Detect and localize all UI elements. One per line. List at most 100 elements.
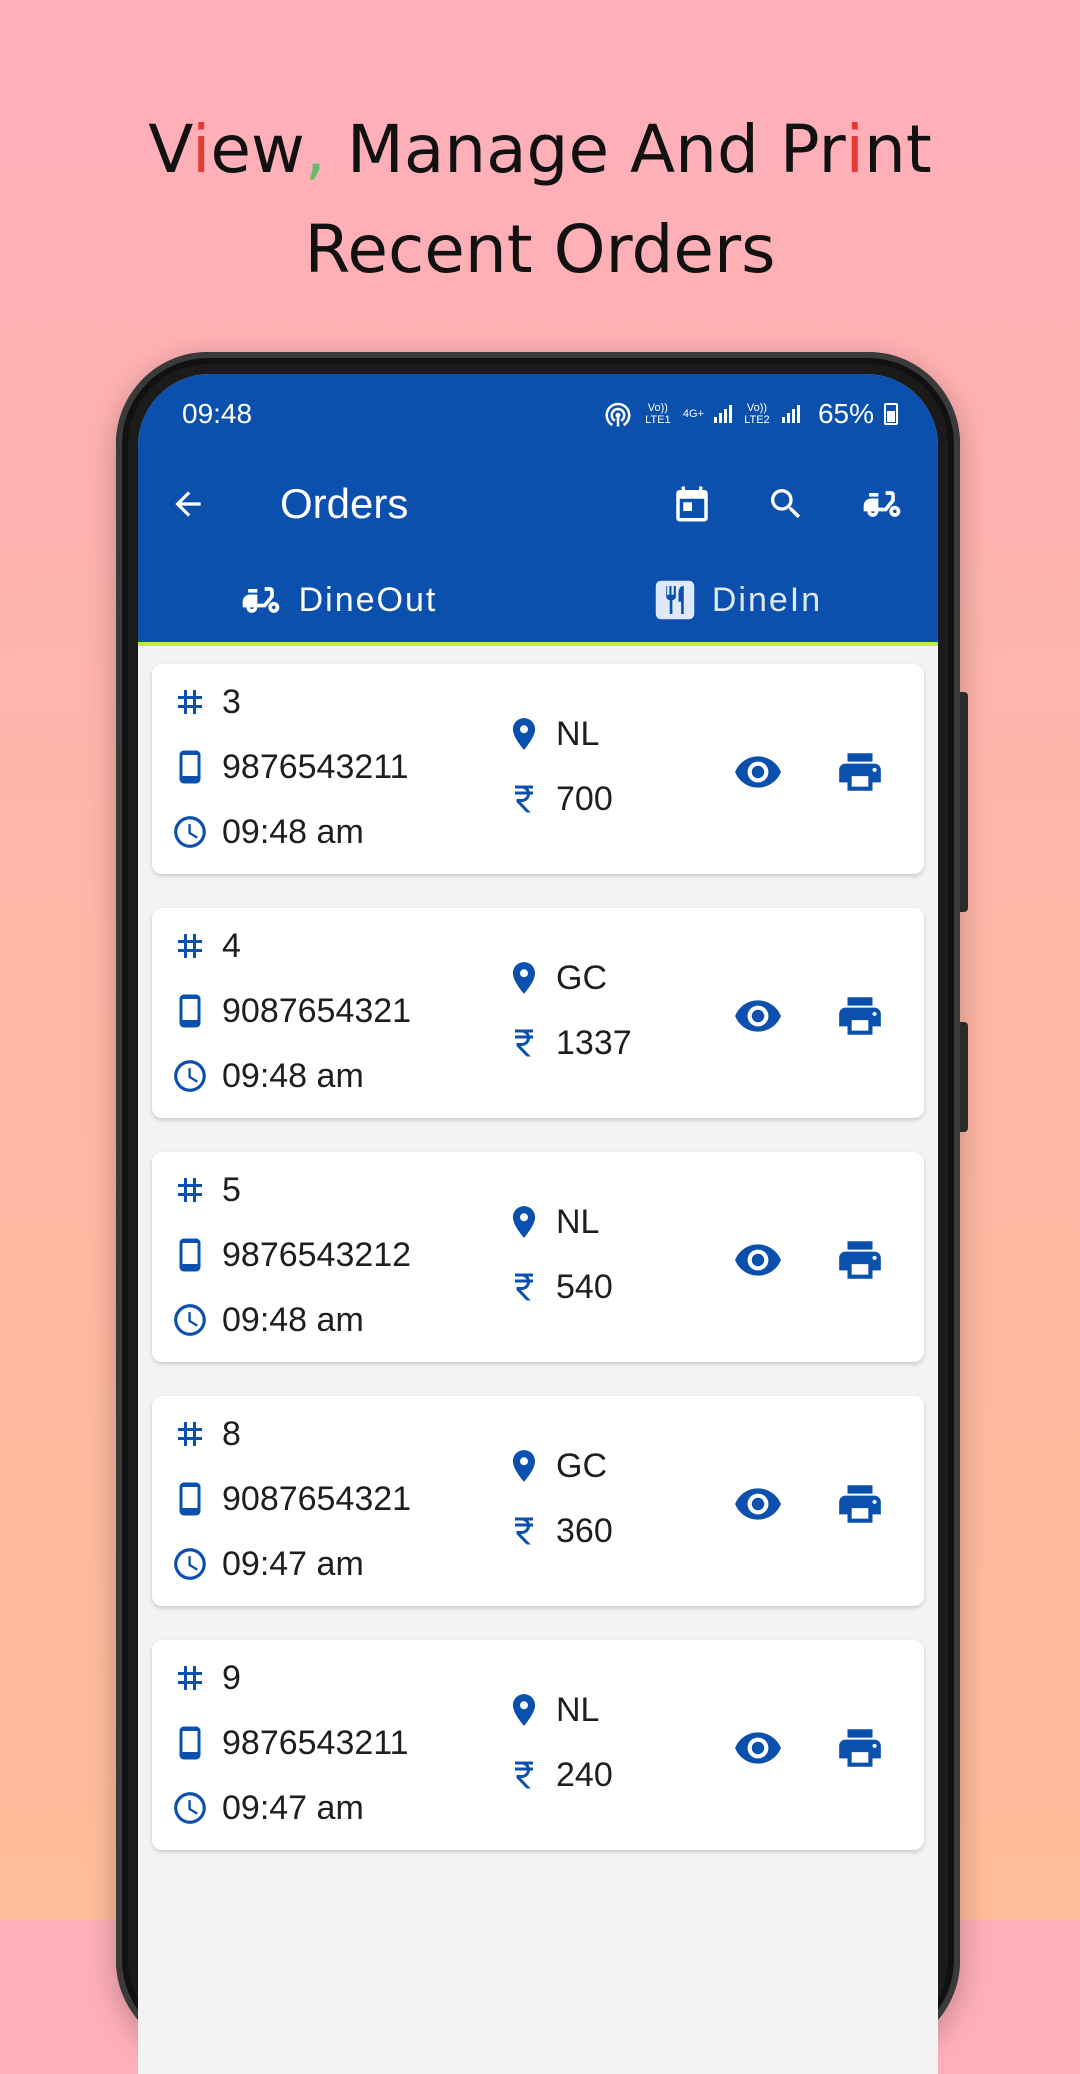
location-pin-icon bbox=[504, 958, 544, 998]
location-row: GC bbox=[504, 1446, 607, 1486]
order-card[interactable]: 9 9876543211 09:47 am NL 240 bbox=[152, 1640, 924, 1850]
app-screen: 09:48 Vo)) LTE1 4G+ Vo)) LTE2 65% Orders bbox=[138, 374, 938, 2074]
phone-number: 9087654321 bbox=[222, 991, 412, 1030]
order-amount: 700 bbox=[556, 779, 613, 818]
hash-icon bbox=[170, 1658, 210, 1698]
order-time: 09:48 am bbox=[222, 812, 364, 851]
amount-row: 360 bbox=[504, 1511, 613, 1551]
back-button[interactable] bbox=[166, 482, 210, 526]
phone-number: 9876543211 bbox=[222, 747, 409, 786]
order-amount: 1337 bbox=[556, 1023, 632, 1062]
calendar-icon bbox=[676, 486, 708, 522]
order-amount: 360 bbox=[556, 1511, 613, 1550]
eye-icon bbox=[735, 1488, 781, 1520]
order-number-row: 5 bbox=[170, 1170, 241, 1210]
order-card[interactable]: 5 9876543212 09:48 am NL 540 bbox=[152, 1152, 924, 1362]
printer-icon bbox=[839, 1485, 881, 1523]
phone-number: 9876543211 bbox=[222, 1723, 409, 1762]
back-arrow-icon bbox=[175, 491, 201, 517]
print-button[interactable] bbox=[832, 744, 888, 800]
scooter-icon bbox=[242, 587, 279, 613]
battery-icon bbox=[884, 403, 898, 425]
view-button[interactable] bbox=[730, 744, 786, 800]
status-icons: Vo)) LTE1 4G+ Vo)) LTE2 65% bbox=[603, 398, 898, 430]
order-number: 9 bbox=[222, 1658, 241, 1697]
location-row: NL bbox=[504, 1202, 599, 1242]
delivery-button[interactable] bbox=[860, 482, 904, 526]
clock-icon bbox=[170, 1056, 210, 1096]
view-button[interactable] bbox=[730, 1232, 786, 1288]
time-row: 09:48 am bbox=[170, 1300, 364, 1340]
order-number-row: 3 bbox=[170, 682, 241, 722]
order-location: NL bbox=[556, 1202, 600, 1241]
app-bar: 09:48 Vo)) LTE1 4G+ Vo)) LTE2 65% Orders bbox=[138, 374, 938, 646]
location-row: GC bbox=[504, 958, 607, 998]
signal-icon-2 bbox=[781, 405, 800, 423]
tab-indicator bbox=[138, 642, 938, 646]
tab-dinein-label: DineIn bbox=[711, 580, 823, 619]
order-card[interactable]: 8 9087654321 09:47 am GC 360 bbox=[152, 1396, 924, 1606]
order-time: 09:48 am bbox=[222, 1056, 364, 1095]
phone-icon bbox=[170, 747, 210, 787]
order-location: NL bbox=[556, 1690, 600, 1729]
phone-icon bbox=[170, 1479, 210, 1519]
promo-line-1: View, Manage And Print bbox=[148, 111, 932, 188]
tab-dineout[interactable]: DineOut bbox=[138, 556, 538, 644]
print-button[interactable] bbox=[832, 1476, 888, 1532]
location-row: NL bbox=[504, 1690, 599, 1730]
tab-bar: DineOut DineIn bbox=[138, 556, 938, 644]
search-icon bbox=[771, 489, 801, 519]
order-number: 5 bbox=[222, 1170, 241, 1209]
order-time: 09:48 am bbox=[222, 1300, 364, 1339]
clock-icon bbox=[170, 1300, 210, 1340]
time-row: 09:48 am bbox=[170, 1056, 364, 1096]
tab-dineout-label: DineOut bbox=[298, 580, 438, 619]
hash-icon bbox=[170, 926, 210, 966]
printer-icon bbox=[839, 753, 881, 791]
promo-line-2: Recent Orders bbox=[304, 211, 776, 288]
print-button[interactable] bbox=[832, 988, 888, 1044]
order-card[interactable]: 4 9087654321 09:48 am GC 1337 bbox=[152, 908, 924, 1118]
hotspot-icon bbox=[605, 402, 631, 427]
rupee-icon bbox=[504, 779, 544, 819]
tab-dinein[interactable]: DineIn bbox=[538, 556, 938, 644]
phone-number: 9087654321 bbox=[222, 1479, 412, 1518]
print-button[interactable] bbox=[832, 1720, 888, 1776]
view-button[interactable] bbox=[730, 988, 786, 1044]
order-location: GC bbox=[556, 958, 607, 997]
battery-percent: 65% bbox=[817, 398, 874, 429]
network-type: 4G+ bbox=[682, 408, 704, 420]
location-pin-icon bbox=[504, 1690, 544, 1730]
order-amount: 540 bbox=[556, 1267, 613, 1306]
printer-icon bbox=[839, 997, 881, 1035]
rupee-icon bbox=[504, 1023, 544, 1063]
amount-row: 1337 bbox=[504, 1023, 632, 1063]
toolbar: Orders bbox=[138, 464, 938, 544]
order-location: NL bbox=[556, 714, 600, 753]
phone-row: 9876543212 bbox=[170, 1235, 411, 1275]
calendar-button[interactable] bbox=[670, 482, 714, 526]
order-number-row: 8 bbox=[170, 1414, 241, 1454]
rupee-icon bbox=[504, 1511, 544, 1551]
hash-icon bbox=[170, 1170, 210, 1210]
hash-icon bbox=[170, 682, 210, 722]
phone-frame: 09:48 Vo)) LTE1 4G+ Vo)) LTE2 65% Orders bbox=[116, 352, 968, 2074]
time-row: 09:47 am bbox=[170, 1788, 364, 1828]
page-title: Orders bbox=[280, 480, 409, 527]
location-pin-icon bbox=[504, 1202, 544, 1242]
print-button[interactable] bbox=[832, 1232, 888, 1288]
view-button[interactable] bbox=[730, 1720, 786, 1776]
rupee-icon bbox=[504, 1755, 544, 1795]
order-number-row: 9 bbox=[170, 1658, 241, 1698]
status-bar: 09:48 Vo)) LTE1 4G+ Vo)) LTE2 65% bbox=[182, 394, 898, 434]
clock-icon bbox=[170, 1544, 210, 1584]
phone-icon bbox=[170, 1235, 210, 1275]
order-card[interactable]: 3 9876543211 09:48 am NL 700 bbox=[152, 664, 924, 874]
status-time: 09:48 bbox=[182, 398, 253, 429]
search-button[interactable] bbox=[764, 482, 808, 526]
amount-row: 700 bbox=[504, 779, 613, 819]
order-time: 09:47 am bbox=[222, 1788, 364, 1827]
order-list: 3 9876543211 09:48 am NL 700 4 908765432… bbox=[152, 664, 924, 1884]
order-number: 4 bbox=[222, 926, 241, 965]
view-button[interactable] bbox=[730, 1476, 786, 1532]
